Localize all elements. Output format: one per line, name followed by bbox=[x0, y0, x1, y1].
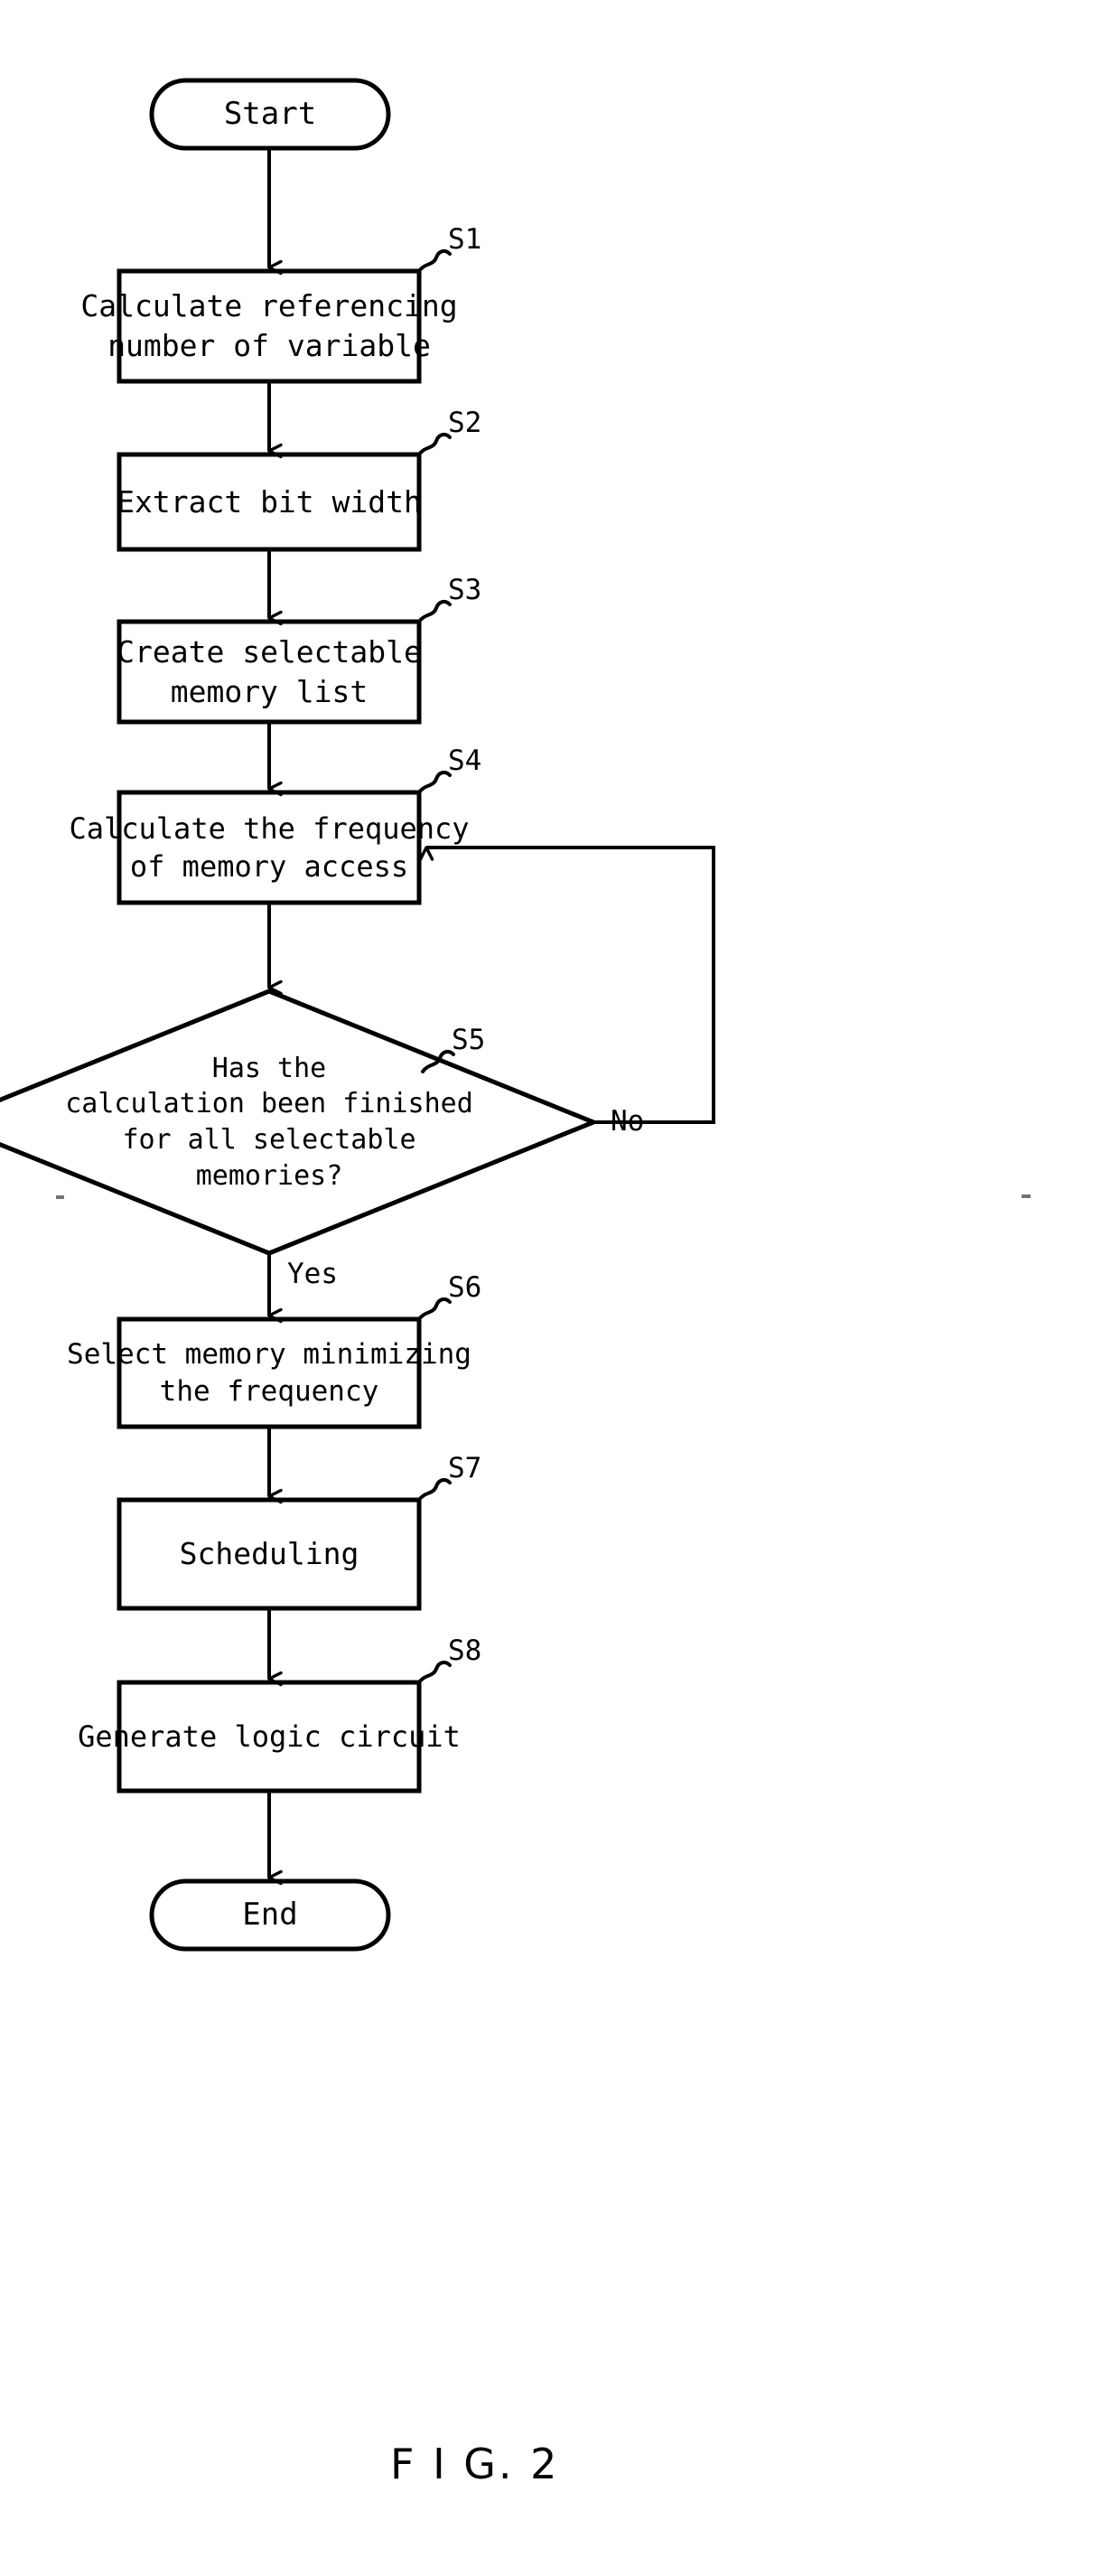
flowchart-canvas bbox=[0, 78, 715, 1952]
leader-s6 bbox=[417, 1297, 452, 1321]
node-s8-shape bbox=[117, 1680, 422, 1794]
node-s5-shape bbox=[0, 988, 600, 1256]
leader-s1 bbox=[417, 248, 452, 273]
node-s1-shape bbox=[117, 268, 422, 384]
step-label-s2: S2 bbox=[448, 407, 482, 439]
node-s7-shape bbox=[117, 1497, 422, 1611]
leader-s2 bbox=[417, 432, 452, 456]
leader-s8 bbox=[417, 1660, 452, 1684]
scan-speck bbox=[56, 1195, 64, 1199]
node-end-shape bbox=[149, 1878, 391, 1952]
step-label-s4: S4 bbox=[448, 745, 482, 777]
figure-caption: F I G. 2 bbox=[390, 2440, 560, 2488]
scan-speck bbox=[1022, 1194, 1031, 1198]
step-label-s7: S7 bbox=[448, 1452, 482, 1485]
node-s2-shape bbox=[117, 452, 422, 552]
figure-root: Start Calculate referencing number of va… bbox=[0, 0, 1120, 2576]
step-label-s8: S8 bbox=[448, 1635, 482, 1667]
connector-s5-no-feedback bbox=[418, 846, 715, 1124]
step-label-s6: S6 bbox=[448, 1271, 482, 1304]
leader-s3 bbox=[417, 599, 452, 623]
node-s6-shape bbox=[117, 1316, 422, 1429]
node-s4-shape bbox=[117, 790, 422, 905]
step-label-s1: S1 bbox=[448, 223, 482, 256]
step-label-s3: S3 bbox=[448, 574, 482, 606]
edge-label-yes: Yes bbox=[287, 1258, 338, 1290]
leader-s4 bbox=[417, 770, 452, 794]
node-start-shape bbox=[149, 78, 391, 151]
node-s3-shape bbox=[117, 619, 422, 725]
leader-s7 bbox=[417, 1477, 452, 1502]
edge-label-no: No bbox=[611, 1105, 645, 1138]
step-label-s5: S5 bbox=[452, 1024, 486, 1056]
